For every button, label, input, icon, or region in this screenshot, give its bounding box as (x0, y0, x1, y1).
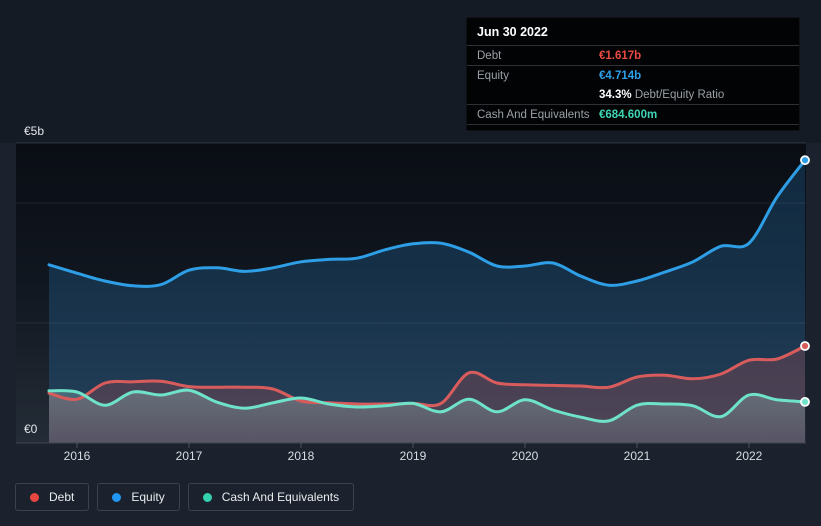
tooltip-date: Jun 30 2022 (467, 18, 799, 46)
tooltip-debt-label: Debt (477, 49, 502, 62)
tooltip-cash-row: Cash And Equivalents €684.600m (467, 105, 799, 125)
tooltip-equity-value: €4.714b (599, 69, 642, 82)
legend-chip-debt[interactable]: Debt (15, 483, 90, 511)
tooltip-ratio-value: 34.3% (599, 88, 632, 101)
chart-legend: Debt Equity Cash And Equivalents (15, 483, 355, 511)
x-tick-label-2018: 2018 (288, 449, 315, 463)
legend-chip-cash[interactable]: Cash And Equivalents (187, 483, 355, 511)
tooltip-equity-row: Equity €4.714b (467, 66, 799, 85)
tooltip-cash-label: Cash And Equivalents (477, 108, 590, 121)
tooltip-ratio-label: Debt/Equity Ratio (634, 88, 725, 101)
cash-dot-icon (202, 492, 212, 502)
tooltip-debt-value: €1.617b (599, 49, 642, 62)
chart-tooltip: Jun 30 2022 Debt €1.617b Equity €4.714b … (466, 17, 800, 131)
legend-chip-equity[interactable]: Equity (97, 483, 180, 511)
tooltip-cash-value: €684.600m (599, 108, 658, 121)
y-axis-label-0: €0 (24, 422, 38, 436)
x-tick-label-2017: 2017 (176, 449, 203, 463)
debt-dot-icon (30, 492, 39, 502)
debt-end-dot (800, 341, 810, 351)
debt-equity-chart-panel: 2016 2017 2018 2019 2020 2021 2022 €5b €0 Jun … (0, 0, 821, 526)
legend-equity-label: Equity (131, 490, 165, 504)
legend-debt-label: Debt (49, 490, 75, 504)
cash-end-dot (800, 396, 810, 407)
tooltip-ratio-row: 34.3% Debt/Equity Ratio (467, 85, 799, 105)
x-tick-label-2022: 2022 (736, 449, 763, 463)
equity-dot-icon (112, 492, 122, 502)
legend-cash-label: Cash And Equivalents (221, 490, 340, 504)
x-tick-label-2016: 2016 (64, 449, 91, 463)
y-axis-label-5b: €5b (24, 124, 45, 138)
tooltip-debt-row: Debt €1.617b (467, 46, 799, 66)
x-tick-label-2020: 2020 (512, 449, 539, 463)
x-tick-label-2021: 2021 (624, 449, 651, 463)
tooltip-equity-label: Equity (477, 69, 509, 82)
x-tick-label-2019: 2019 (400, 449, 427, 463)
equity-end-dot (800, 155, 810, 166)
